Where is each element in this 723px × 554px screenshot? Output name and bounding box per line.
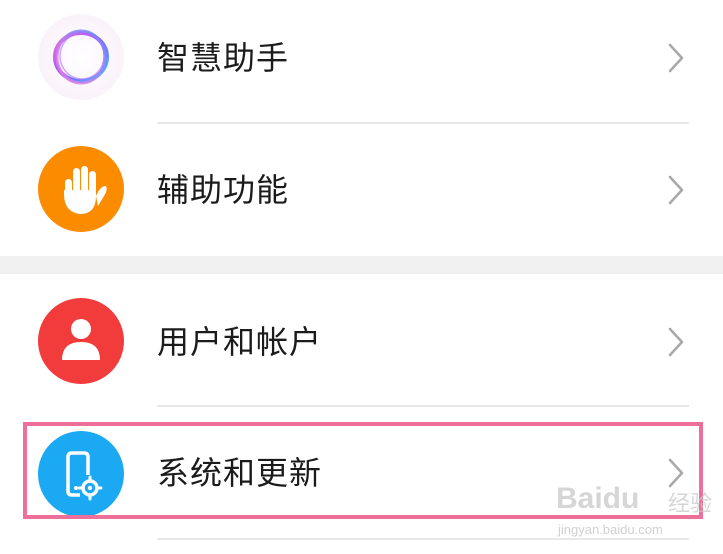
settings-item-accessibility[interactable]: 辅助功能 bbox=[0, 130, 723, 250]
chevron-right-icon bbox=[668, 327, 684, 357]
settings-item-label: 辅助功能 bbox=[157, 171, 290, 209]
chevron-right-icon bbox=[668, 458, 684, 488]
divider bbox=[157, 405, 689, 407]
settings-item-label: 用户和帐户 bbox=[157, 323, 323, 361]
settings-item-label: 系统和更新 bbox=[157, 454, 323, 492]
section-separator bbox=[0, 256, 723, 274]
settings-item-smart-assistant[interactable]: 智慧助手 bbox=[0, 0, 723, 120]
settings-item-users-accounts[interactable]: 用户和帐户 bbox=[0, 280, 723, 400]
divider bbox=[157, 538, 689, 540]
divider bbox=[157, 122, 689, 124]
settings-screen: 智慧助手 辅助功能 用户和帐户 系统和更新 Baidu 经验 jingyan.b… bbox=[0, 0, 723, 554]
assistant-ring-icon bbox=[38, 14, 124, 100]
settings-item-system-update[interactable]: 系统和更新 bbox=[0, 413, 723, 533]
settings-item-label: 智慧助手 bbox=[157, 39, 290, 77]
phone-gear-icon bbox=[38, 431, 124, 517]
chevron-right-icon bbox=[668, 43, 684, 73]
chevron-right-icon bbox=[668, 175, 684, 205]
hand-icon bbox=[38, 146, 124, 232]
person-icon bbox=[38, 298, 124, 384]
